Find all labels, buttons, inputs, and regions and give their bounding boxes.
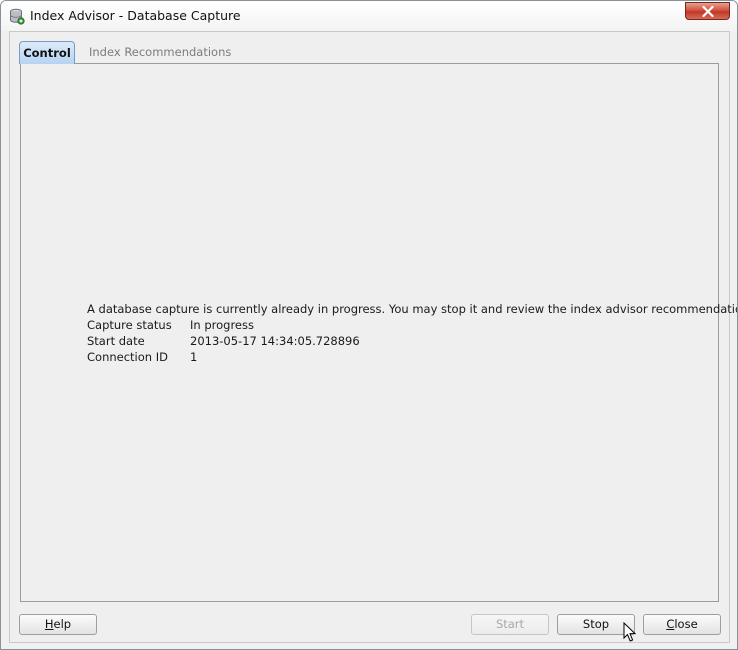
control-panel <box>20 63 719 602</box>
close-button[interactable]: Close <box>643 614 721 635</box>
capture-status-label: Capture status <box>87 318 172 332</box>
close-icon <box>702 6 714 17</box>
capture-message: A database capture is currently already … <box>87 302 738 316</box>
help-button[interactable]: Help <box>19 614 97 635</box>
tab-control[interactable]: Control <box>19 41 75 64</box>
capture-status-value: In progress <box>190 318 254 332</box>
window-title: Index Advisor - Database Capture <box>30 8 241 23</box>
window-close-button[interactable] <box>685 2 730 20</box>
dialog-window: Index Advisor - Database Capture Control… <box>0 0 738 650</box>
title-bar[interactable]: Index Advisor - Database Capture <box>1 1 737 31</box>
connection-id-value: 1 <box>190 350 198 364</box>
database-icon <box>9 8 25 25</box>
start-date-value: 2013-05-17 14:34:05.728896 <box>190 334 360 348</box>
start-date-label: Start date <box>87 334 145 348</box>
connection-id-label: Connection ID <box>87 350 168 364</box>
tab-index-recommendations[interactable]: Index Recommendations <box>89 45 231 59</box>
start-button[interactable]: Start <box>471 614 549 635</box>
mouse-pointer-icon <box>623 621 637 646</box>
